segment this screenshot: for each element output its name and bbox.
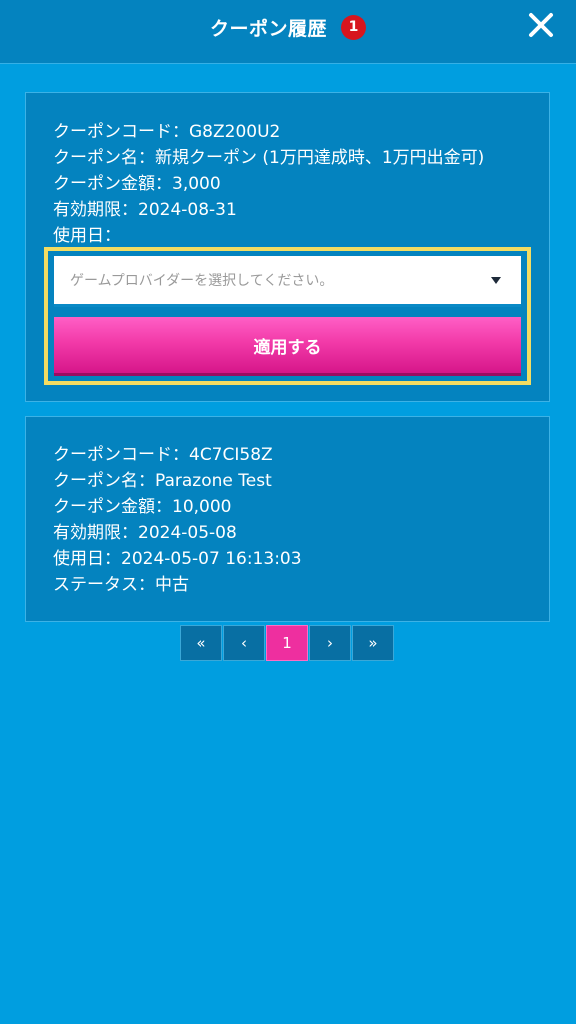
first-page-button[interactable]: «: [180, 625, 222, 661]
coupon-name: クーポン名：新規クーポン (1万円達成時、1万円出金可): [53, 148, 485, 168]
current-page-button[interactable]: 1: [266, 625, 308, 661]
header-title-group: クーポン履歴 1: [0, 0, 576, 54]
game-provider-placeholder: ゲームプロバイダーを選択してください。: [70, 273, 334, 289]
caret-down-icon: [491, 276, 501, 284]
coupon-expiry: 有効期限：2024-08-31: [53, 200, 237, 220]
close-icon: [529, 13, 553, 37]
last-page-button[interactable]: »: [352, 625, 394, 661]
close-button[interactable]: [526, 10, 556, 40]
header-bar: クーポン履歴 1: [0, 0, 576, 64]
coupon-card: クーポンコード：G8Z200U2 クーポン名：新規クーポン (1万円達成時、1万…: [25, 92, 550, 402]
coupon-used-date: 使用日：: [53, 226, 121, 246]
next-page-button[interactable]: ›: [309, 625, 351, 661]
coupon-card: クーポンコード：4C7CI58Z クーポン名：Parazone Test クーポ…: [25, 416, 550, 622]
apply-coupon-panel: ゲームプロバイダーを選択してください。 適用する: [44, 247, 531, 385]
pagination: « ‹ 1 › »: [180, 625, 395, 661]
coupon-name: クーポン名：Parazone Test: [53, 471, 272, 491]
coupon-info: クーポンコード：4C7CI58Z クーポン名：Parazone Test クーポ…: [53, 442, 302, 598]
apply-button[interactable]: 適用する: [54, 317, 521, 373]
previous-page-button[interactable]: ‹: [223, 625, 265, 661]
game-provider-select[interactable]: ゲームプロバイダーを選択してください。: [54, 256, 521, 307]
coupon-amount: クーポン金額：3,000: [53, 174, 221, 194]
coupon-code: クーポンコード：G8Z200U2: [53, 122, 281, 142]
page-title: クーポン履歴: [209, 17, 327, 40]
coupon-info: クーポンコード：G8Z200U2 クーポン名：新規クーポン (1万円達成時、1万…: [53, 119, 484, 249]
coupon-status: ステータス：中古: [53, 575, 189, 595]
coupon-code: クーポンコード：4C7CI58Z: [53, 445, 273, 465]
notification-badge: 1: [341, 14, 366, 40]
coupon-used-date: 使用日：2024-05-07 16:13:03: [53, 549, 302, 569]
coupon-amount: クーポン金額：10,000: [53, 497, 232, 517]
coupon-expiry: 有効期限：2024-05-08: [53, 523, 237, 543]
